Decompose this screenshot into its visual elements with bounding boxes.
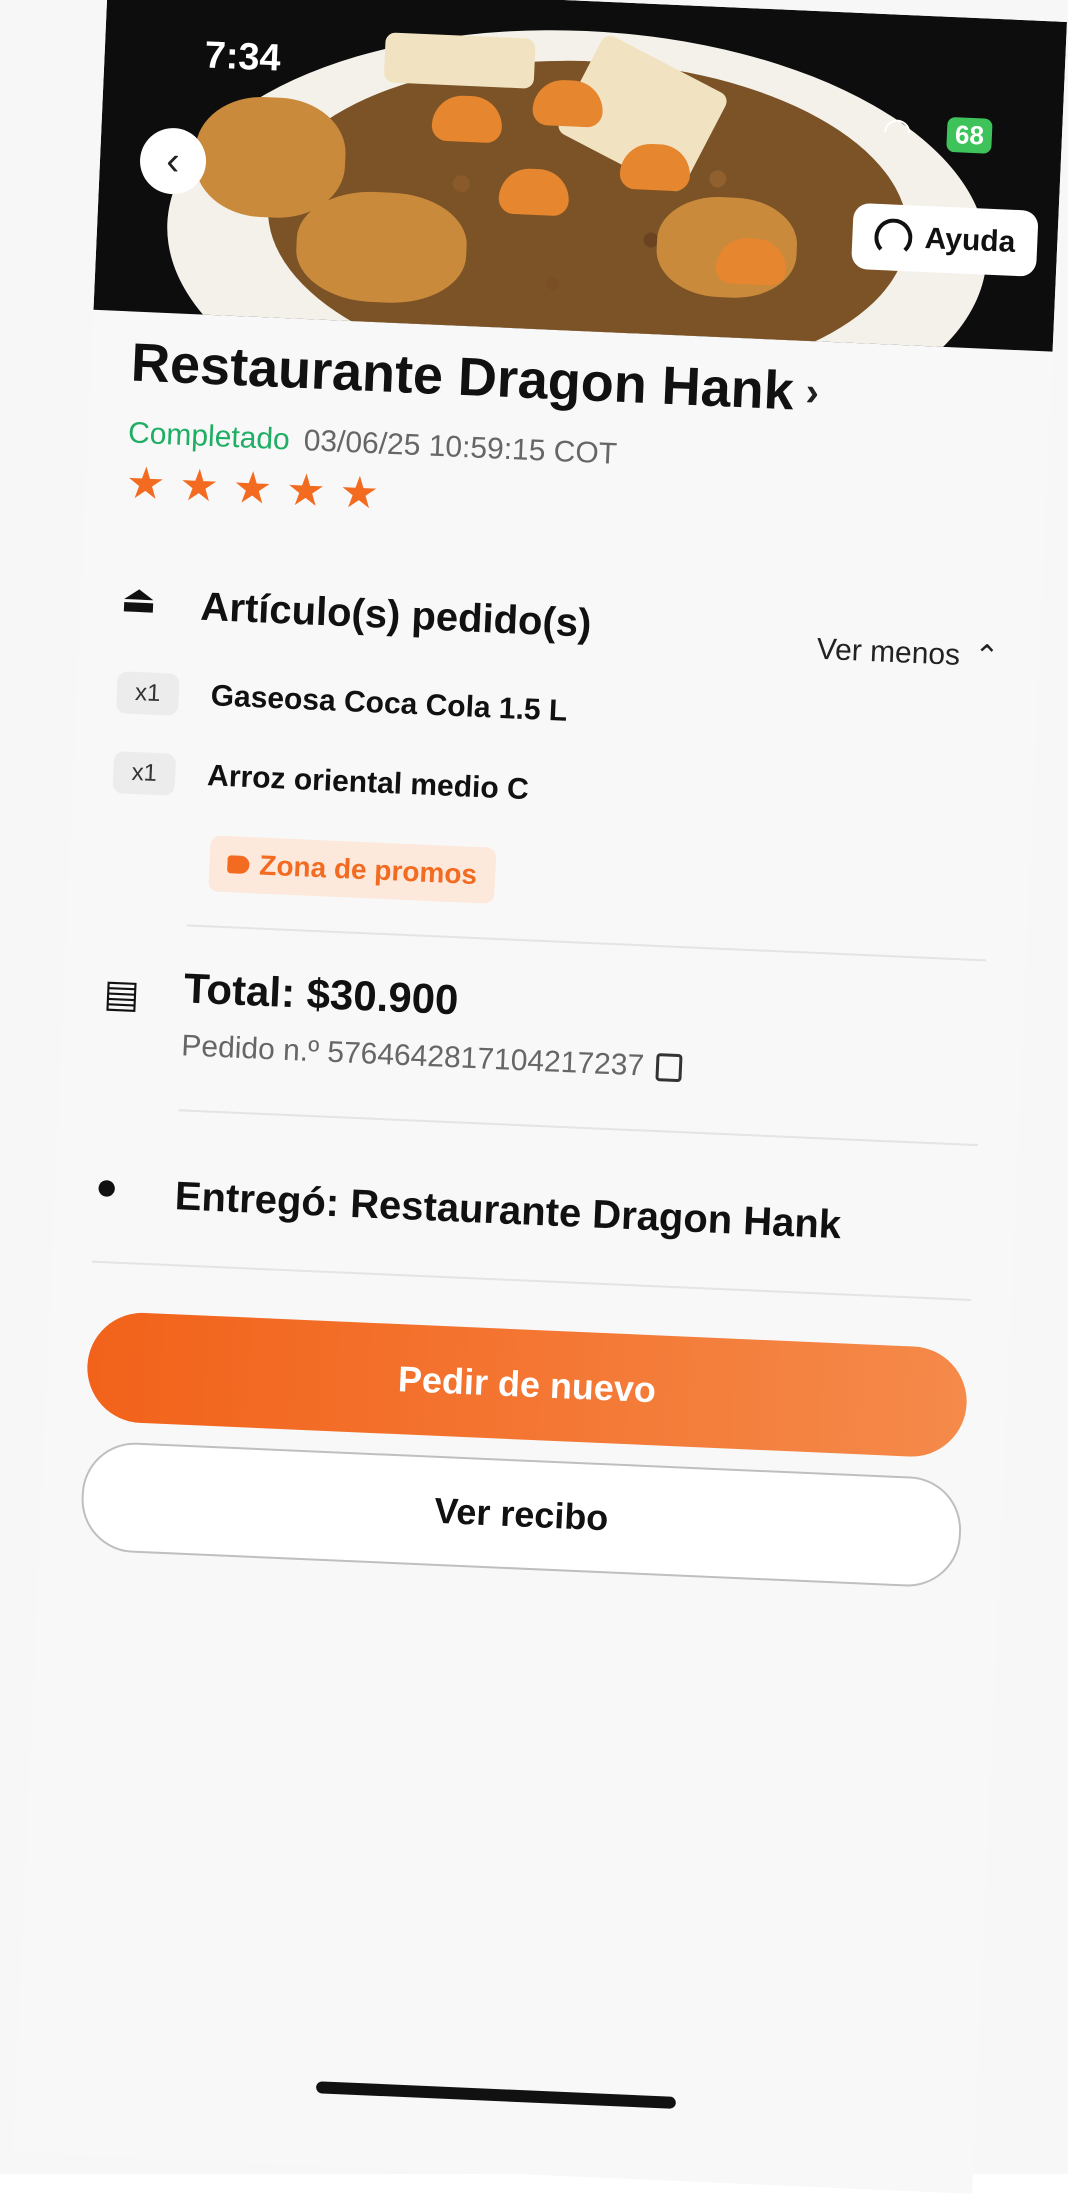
chevron-left-icon: ‹: [165, 138, 181, 183]
tag-icon: [227, 855, 250, 875]
divider: [91, 1260, 972, 1302]
collapse-label: Ver menos: [816, 632, 961, 672]
list-item: x1 Gaseosa Coca Cola 1.5 L: [115, 671, 568, 733]
headset-icon: [873, 217, 914, 258]
home-indicator: [315, 2081, 677, 2109]
status-badge: Completado: [127, 416, 291, 457]
receipt-icon: ▤: [102, 972, 141, 1017]
delivered-by: Entregó: Restaurante Dragon Hank: [173, 1174, 842, 1248]
restaurant-name: Restaurante Dragon Hank: [129, 332, 796, 422]
order-number: Pedido n.º 5764642817104217237: [180, 1029, 645, 1083]
items-section-title: Artículo(s) pedido(s): [199, 584, 593, 646]
star-icon: ★: [124, 458, 167, 510]
list-item: x1 Arroz oriental medio C: [112, 751, 529, 811]
star-icon: ★: [285, 465, 327, 517]
divider: [178, 1109, 978, 1147]
cloche-icon: ⏏: [119, 578, 158, 622]
bread-slice: [383, 32, 536, 89]
collapse-items-toggle[interactable]: Ver menos ⌃: [816, 632, 1000, 675]
help-label: Ayuda: [924, 221, 1017, 259]
order-number-row: Pedido n.º 5764642817104217237: [181, 1029, 683, 1085]
wifi-icon: ◠: [881, 111, 913, 151]
phone: 7:34 ◠ 68 ‹ Ayuda Restaurante Dragon Han…: [0, 0, 1068, 2194]
promo-label: Zona de promos: [258, 849, 478, 891]
status-time: 7:34: [203, 34, 282, 80]
order-datetime: 03/06/25 10:59:15 COT: [303, 424, 618, 471]
item-quantity: x1: [115, 671, 180, 716]
battery-indicator: 68: [946, 116, 993, 154]
rating-stars: ★ ★ ★ ★ ★: [124, 458, 381, 519]
item-name: Gaseosa Coca Cola 1.5 L: [210, 679, 568, 728]
star-icon: ★: [178, 460, 220, 512]
help-button[interactable]: Ayuda: [851, 202, 1039, 277]
restaurant-title-link[interactable]: Restaurante Dragon Hank ›: [130, 332, 821, 424]
person-icon: ●: [94, 1165, 120, 1209]
item-quantity: x1: [112, 751, 177, 796]
restaurant-hero-image: 7:34 ◠ 68 ‹ Ayuda: [93, 0, 1067, 352]
item-name: Arroz oriental medio C: [206, 759, 530, 807]
promo-tag: Zona de promos: [208, 835, 497, 904]
chevron-up-icon: ⌃: [973, 639, 1000, 674]
view-receipt-button[interactable]: Ver recibo: [79, 1440, 964, 1589]
star-icon: ★: [231, 463, 274, 514]
reorder-button[interactable]: Pedir de nuevo: [85, 1310, 969, 1459]
order-total: Total: $30.900: [182, 964, 460, 1024]
chevron-right-icon: ›: [804, 369, 821, 414]
order-detail-screen: 7:34 ◠ 68 ‹ Ayuda Restaurante Dragon Han…: [13, 0, 1067, 2194]
copy-icon[interactable]: [655, 1053, 683, 1083]
star-icon: ★: [338, 467, 381, 519]
divider: [186, 924, 986, 962]
